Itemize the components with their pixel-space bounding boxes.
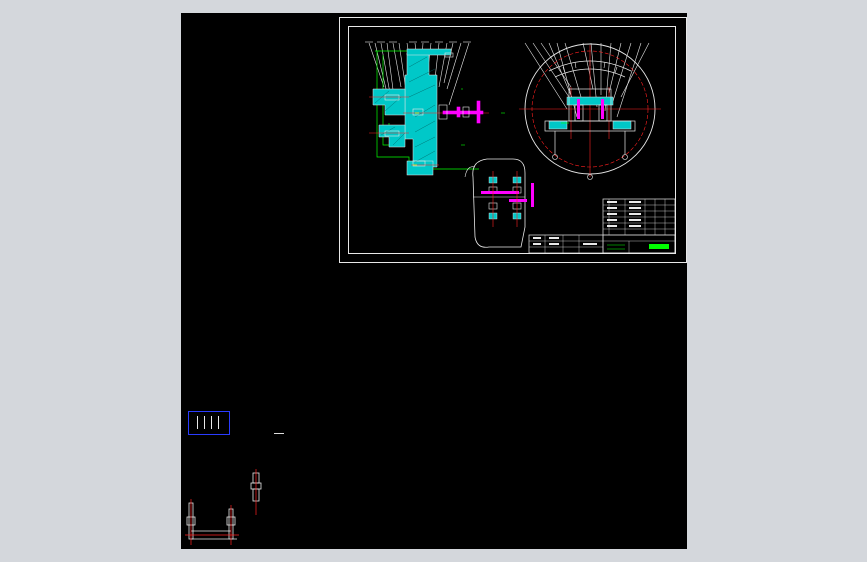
fixture-assembly-drawing <box>365 41 675 253</box>
part-sketches <box>185 469 262 545</box>
drawing-sheet-border <box>339 17 687 263</box>
viewport-frame[interactable] <box>188 411 230 435</box>
viewport-line <box>218 416 219 429</box>
detail-view <box>464 158 534 248</box>
viewport-line <box>204 416 205 429</box>
cad-model-space[interactable] <box>181 13 687 549</box>
sectional-view <box>365 41 505 176</box>
viewport-line <box>197 416 198 429</box>
top-view <box>519 42 661 180</box>
stray-line <box>274 433 284 434</box>
viewport-line <box>211 416 212 429</box>
drawing-sheet-inner-border <box>348 26 676 254</box>
title-block <box>528 198 675 253</box>
